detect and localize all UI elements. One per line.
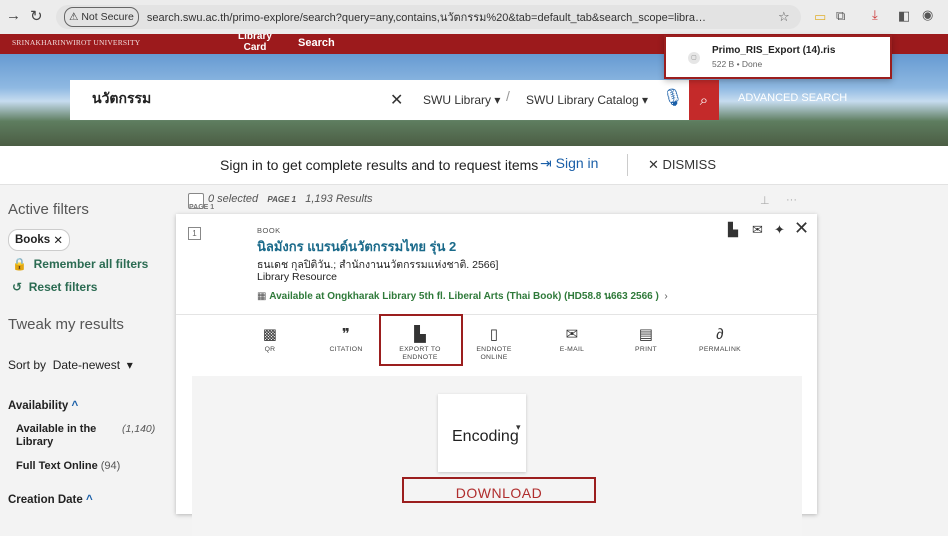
creation-date-facet-toggle[interactable]: Creation Date ^	[8, 494, 93, 506]
export-icon[interactable]: ▙	[728, 222, 738, 238]
record-resource-type: Library Resource	[257, 271, 337, 283]
action-qr[interactable]: ▩ QR	[238, 327, 302, 354]
reset-filters-button[interactable]: ↺ Reset filters	[12, 280, 97, 294]
reset-icon: ↺	[12, 280, 23, 294]
chevron-up-icon: ^	[71, 400, 79, 412]
reload-icon[interactable]: ↻	[30, 7, 43, 25]
download-button[interactable]: DOWNLOAD	[402, 477, 596, 503]
nav-search[interactable]: Search	[298, 38, 335, 49]
email-icon: ✉	[565, 326, 579, 343]
download-icon[interactable]: ⤓	[872, 7, 878, 23]
signin-message: Sign in to get complete results and to r…	[220, 157, 539, 173]
highlight-export-box	[379, 314, 463, 366]
profile-avatar-icon[interactable]: ◉	[922, 7, 933, 23]
forward-icon[interactable]: →	[6, 7, 21, 24]
remove-filter-icon[interactable]: ✕	[53, 233, 63, 247]
download-label: DOWNLOAD	[455, 485, 543, 501]
download-status: 522 B • Done	[712, 59, 763, 69]
encoding-select[interactable]: Encoding ▾	[438, 394, 526, 472]
filter-chip-books[interactable]: Books ✕	[8, 229, 70, 251]
action-endnote-online[interactable]: ▯ ENDNOTE ONLINE	[462, 327, 526, 362]
search-icon: ⌕	[699, 91, 709, 109]
chevron-up-icon: ^	[85, 494, 93, 506]
address-bar[interactable]: ⚠ Not Secure search.swu.ac.th/primo-expl…	[56, 5, 801, 29]
qr-code-icon: ▩	[262, 326, 278, 343]
download-filename[interactable]: Primo_RIS_Export (14).ris	[712, 45, 835, 56]
action-citation[interactable]: ❞ CITATION	[314, 327, 378, 354]
action-bar: ▩ QR ❞ CITATION ▙ EXPORT TO ENDNOTE ▯ ENDNOT…	[176, 314, 817, 375]
sign-in-link[interactable]: ⇥ Sign in	[540, 155, 598, 172]
chevron-right-icon: ›	[664, 291, 668, 302]
search-button[interactable]: ⌕	[689, 80, 719, 120]
record-card: 1 BOOK นิลมังกร แบรนด์นวัตกรรมไทย รุ่น 2…	[176, 214, 817, 536]
record-index: 1	[188, 227, 201, 240]
printer-icon: ▤	[638, 326, 654, 343]
results-summary: 0 selected PAGE 1 1,193 Results	[208, 193, 373, 205]
record-title-link[interactable]: นิลมังกร แบรนด์นวัตกรรมไทย รุ่น 2	[257, 236, 456, 257]
security-badge[interactable]: ⚠ Not Secure	[64, 7, 139, 27]
search-input[interactable]	[90, 90, 374, 108]
close-icon: ✕	[648, 157, 659, 172]
facet-count: (1,140)	[122, 423, 156, 435]
action-print[interactable]: ▤ PRINT	[614, 327, 678, 354]
dismiss-button[interactable]: ✕ DISMISS	[648, 157, 716, 173]
search-box: ✕ SWU Library ▾ / SWU Library Catalog ▾ …	[70, 80, 690, 120]
divider: /	[506, 88, 510, 104]
facet-available-in-library[interactable]: Available in the Library	[16, 423, 106, 449]
record-type: BOOK	[257, 226, 281, 235]
pin-icon[interactable]: ⊥	[760, 194, 770, 207]
lock-icon: 🔒	[12, 257, 27, 271]
extension-icon[interactable]: ▭	[814, 9, 826, 25]
sidepanel-icon[interactable]: ◧	[898, 8, 910, 24]
email-icon[interactable]: ✉	[752, 222, 763, 238]
location-icon: ▦	[257, 291, 267, 302]
sign-in-icon: ⇥	[540, 155, 552, 171]
scope-select-catalog[interactable]: SWU Library Catalog ▾	[526, 93, 648, 107]
clear-search-icon[interactable]: ✕	[390, 90, 403, 110]
browser-toolbar: → ↻ ⚠ Not Secure search.swu.ac.th/primo-…	[0, 0, 948, 35]
nav-library-card[interactable]: Library Card	[238, 34, 272, 53]
tweak-results-heading: Tweak my results	[8, 316, 124, 333]
advanced-search-link[interactable]: ADVANCED SEARCH	[738, 92, 847, 104]
document-icon: ▯	[489, 326, 499, 343]
page-tag: PAGE 1	[189, 204, 215, 211]
quote-icon: ❞	[341, 326, 351, 343]
availability-link[interactable]: ▦ Available at Ongkharak Library 5th fl.…	[257, 289, 668, 304]
availability-facet-toggle[interactable]: Availability ^	[8, 400, 78, 412]
bookmark-star-icon[interactable]: ☆	[778, 9, 790, 25]
signin-banner: Sign in to get complete results and to r…	[0, 146, 948, 185]
action-permalink[interactable]: ∂ PERMALINK	[688, 327, 752, 354]
chevron-down-icon: ▾	[516, 422, 521, 432]
sort-by-select[interactable]: Sort by Date-newest ▾	[8, 358, 133, 372]
more-options-icon[interactable]: ···	[786, 194, 797, 206]
download-notification[interactable]: ▢ Primo_RIS_Export (14).ris 522 B • Done	[664, 35, 892, 79]
puzzle-icon[interactable]: ⧉	[836, 8, 845, 24]
close-icon[interactable]: ✕	[794, 218, 809, 239]
scope-select-library[interactable]: SWU Library ▾	[423, 93, 500, 107]
encoding-label: Encoding	[452, 428, 519, 445]
url-text[interactable]: search.swu.ac.th/primo-explore/search?qu…	[147, 8, 707, 26]
pin-icon[interactable]: ✦	[774, 222, 785, 238]
action-email[interactable]: ✉ E-MAIL	[540, 327, 604, 354]
link-icon: ∂	[716, 326, 724, 343]
divider	[627, 154, 628, 176]
facet-full-text-online[interactable]: Full Text Online (94)	[16, 460, 120, 472]
university-logo-text: SRINAKHARINWIROT UNIVERSITY	[12, 38, 141, 47]
remember-filters-toggle[interactable]: 🔒 Remember all filters	[12, 257, 148, 271]
active-filters-heading: Active filters	[8, 201, 89, 218]
file-icon: ▢	[688, 52, 700, 64]
microphone-icon[interactable]: 🎙	[662, 88, 684, 108]
